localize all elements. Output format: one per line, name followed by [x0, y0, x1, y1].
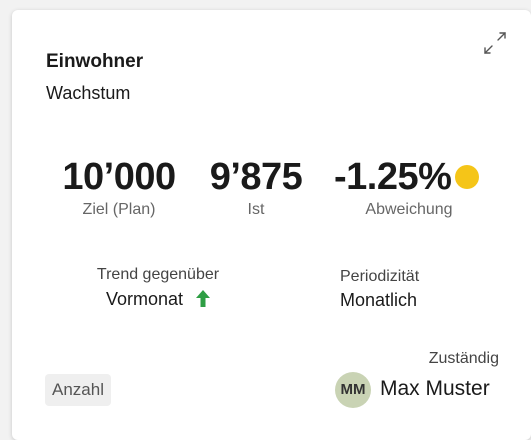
trend-value-row: Vormonat	[60, 289, 256, 310]
card-subtitle: Wachstum	[46, 83, 131, 103]
target-label: Ziel (Plan)	[82, 201, 156, 218]
avatar[interactable]: MM	[335, 372, 371, 408]
deviation-value: -1.25%	[334, 156, 452, 198]
owner-name[interactable]: Max Muster	[380, 377, 490, 401]
owner-label: Zuständig	[428, 350, 499, 367]
target-value: 10’000	[62, 156, 176, 198]
status-indicator-dot	[455, 165, 479, 189]
trend-value: Vormonat	[105, 289, 184, 309]
trend-label: Trend gegenüber	[96, 266, 220, 283]
card-title: Einwohner	[46, 51, 144, 72]
expand-icon[interactable]	[482, 30, 508, 56]
periodicity-label: Periodizität	[340, 268, 420, 285]
actual-value: 9’875	[209, 156, 303, 198]
deviation-label: Abweichung	[365, 201, 453, 218]
category-tag[interactable]: Anzahl	[45, 374, 111, 406]
actual-label: Ist	[247, 201, 265, 218]
periodicity-value: Monatlich	[340, 290, 418, 310]
arrow-up-icon	[196, 290, 211, 308]
